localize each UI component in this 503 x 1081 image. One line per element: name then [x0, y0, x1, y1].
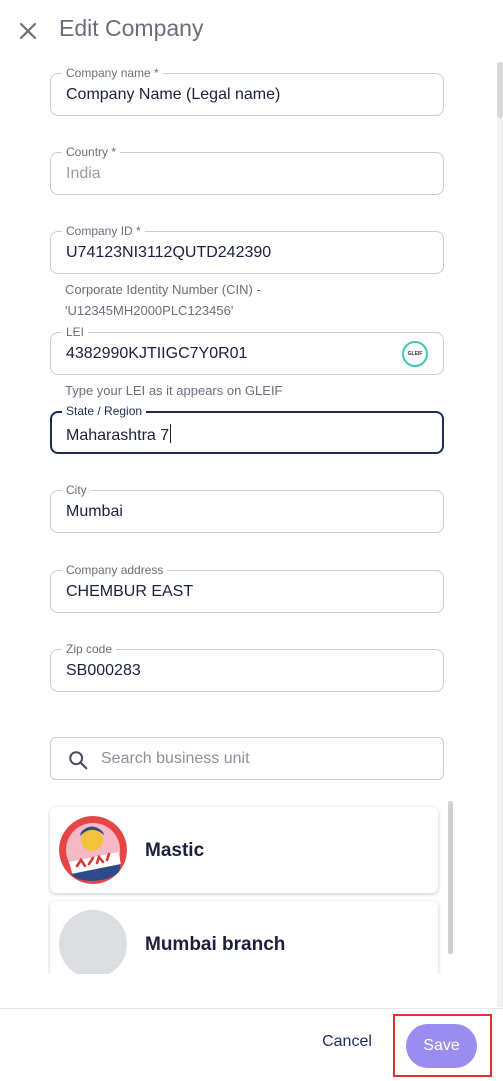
- lei-helper: Type your LEI as it appears on GLEIF: [65, 383, 283, 398]
- business-unit-scrollbar[interactable]: [448, 801, 453, 954]
- search-business-unit[interactable]: [50, 737, 444, 780]
- gleif-icon[interactable]: GLEIF: [402, 341, 428, 367]
- zip-code-label: Zip code: [62, 641, 117, 657]
- company-id-helper-line2: 'U12345MH2000PLC123456': [65, 303, 234, 318]
- country-value: India: [66, 165, 101, 182]
- state-region-value: Maharashtra 7: [66, 424, 172, 445]
- cancel-button[interactable]: Cancel: [314, 1033, 380, 1057]
- company-id-label: Company ID *: [62, 223, 145, 239]
- placeholder-avatar: [59, 910, 127, 974]
- company-name-field[interactable]: Company name * Company Name (Legal name): [50, 65, 444, 116]
- lei-value: 4382990KJTIIGC7Y0R01: [66, 345, 248, 362]
- form-scrollbar-thumb[interactable]: [497, 62, 503, 118]
- logo-avatar: [59, 816, 127, 884]
- country-label: Country *: [62, 144, 121, 160]
- page-title: Edit Company: [59, 15, 204, 41]
- city-value: Mumbai: [66, 503, 123, 520]
- lei-field[interactable]: LEI 4382990KJTIIGC7Y0R01 GLEIF: [50, 324, 444, 375]
- city-field[interactable]: City Mumbai: [50, 482, 444, 533]
- close-icon[interactable]: [16, 19, 40, 43]
- dialog-footer: Cancel Save: [0, 1008, 503, 1081]
- state-region-text: Maharashtra 7: [66, 427, 170, 444]
- company-address-value: CHEMBUR EAST: [66, 583, 194, 600]
- company-id-value: U74123NI3112QUTD242390: [66, 244, 272, 261]
- state-region-label: State / Region: [62, 403, 147, 419]
- zip-code-value: SB000283: [66, 662, 141, 679]
- company-name-label: Company name *: [62, 65, 163, 81]
- text-cursor: [170, 424, 172, 443]
- search-icon: [69, 751, 88, 770]
- save-button[interactable]: Save: [406, 1024, 477, 1068]
- company-name-value: Company Name (Legal name): [66, 86, 281, 103]
- lei-label: LEI: [62, 324, 89, 340]
- city-label: City: [62, 482, 91, 498]
- company-id-helper-line1: Corporate Identity Number (CIN) -: [65, 282, 261, 297]
- zip-code-field[interactable]: Zip code SB000283: [50, 641, 444, 692]
- business-unit-card-mumbai-branch[interactable]: Mumbai branch: [50, 901, 438, 974]
- business-unit-name: Mastic: [145, 840, 205, 861]
- company-id-field[interactable]: Company ID * U74123NI3112QUTD242390: [50, 223, 444, 274]
- country-field: Country * India: [50, 144, 444, 195]
- dialog-header: Edit Company: [0, 0, 503, 62]
- business-unit-list: Mastic Mumbai branch: [48, 800, 455, 974]
- business-unit-card-mastic[interactable]: Mastic: [50, 807, 438, 893]
- state-region-field[interactable]: State / Region Maharashtra 7: [50, 403, 444, 454]
- business-unit-name: Mumbai branch: [145, 934, 286, 955]
- search-input[interactable]: [101, 748, 421, 770]
- company-address-field[interactable]: Company address CHEMBUR EAST: [50, 562, 444, 613]
- company-address-label: Company address: [62, 562, 168, 578]
- form-scrollbar-track[interactable]: [497, 62, 503, 1007]
- logo-image: [59, 816, 127, 884]
